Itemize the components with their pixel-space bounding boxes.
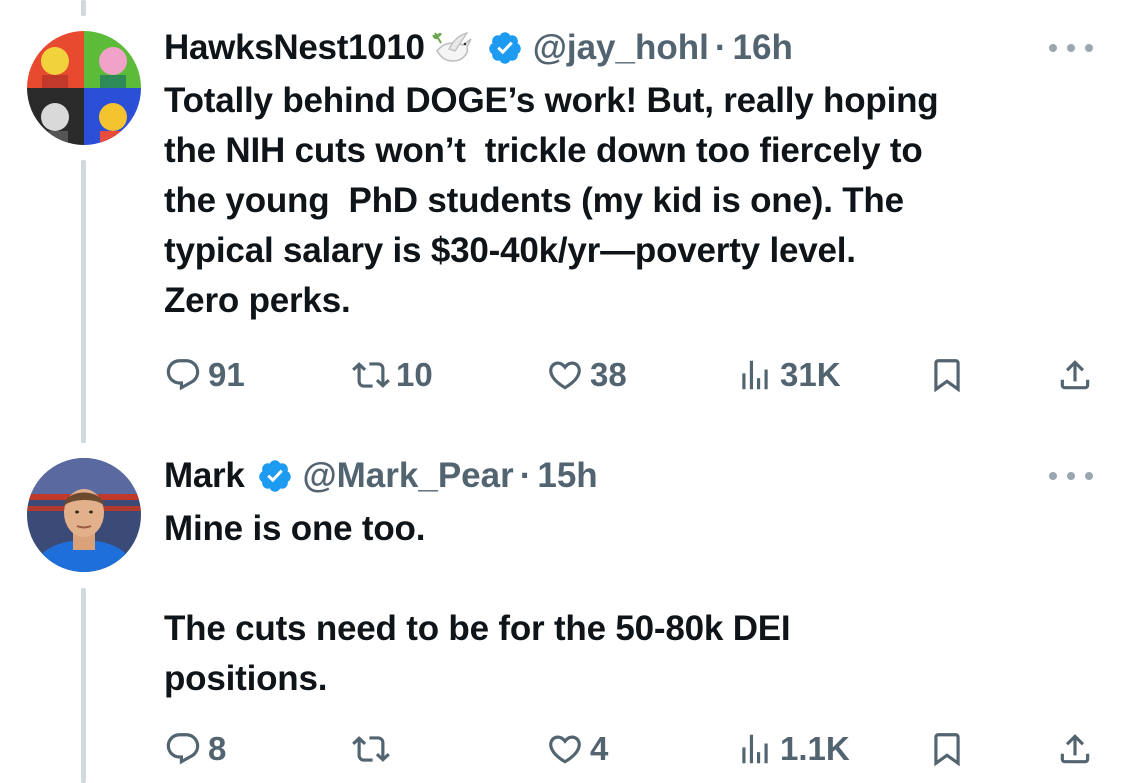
tweet-header: HawksNest1010 @jay_hohl · 16h [164,24,793,72]
like-button[interactable]: 4 [546,724,608,774]
views-button[interactable]: 1.1K [736,724,850,774]
repost-button[interactable]: 10 [352,350,433,400]
views-button[interactable]: 31K [736,350,841,400]
timestamp[interactable]: 15h [537,456,597,496]
user-handle[interactable]: @Mark_Pear [303,456,514,496]
like-icon [549,735,581,764]
like-count: 4 [590,730,609,767]
reply-count: 8 [208,730,227,767]
tweet-1[interactable]: HawksNest1010 @jay_hohl · 16h Totally be… [0,0,1125,440]
tweet-2[interactable]: Mark @Mark_Pear · 15h Mine is one too. T… [0,440,1125,783]
bookmark-button[interactable] [928,350,966,400]
more-options-icon[interactable] [1049,38,1093,58]
share-icon [1060,360,1090,390]
avatar[interactable] [27,458,141,572]
views-count: 31K [780,356,841,393]
repost-count: 10 [396,356,433,393]
timestamp[interactable]: 16h [733,28,793,68]
repost-icon [352,362,390,388]
share-button[interactable] [1056,350,1094,400]
bookmark-button[interactable] [928,724,966,774]
share-icon [1060,734,1090,764]
like-icon [549,361,581,390]
separator-dot: · [519,456,532,495]
more-options-icon[interactable] [1049,466,1093,486]
display-name[interactable]: Mark [164,456,245,496]
action-bar: 91 10 38 31K [164,350,1094,400]
action-bar: 8 4 1.1K [164,724,1094,774]
bookmark-icon [934,359,960,393]
reply-icon [166,733,200,765]
user-handle[interactable]: @jay_hohl [533,28,709,68]
share-button[interactable] [1056,724,1094,774]
views-count: 1.1K [780,730,850,767]
avatar[interactable] [27,31,141,145]
like-button[interactable]: 38 [546,350,627,400]
tweet-text: Mine is one too. The cuts need to be for… [164,509,791,698]
bookmark-icon [934,733,960,767]
reply-button[interactable]: 8 [164,724,226,774]
tweet-text: Totally behind DOGE’s work! But, really … [164,81,939,320]
views-icon [742,734,768,764]
repost-button[interactable] [352,724,396,774]
reply-button[interactable]: 91 [164,350,245,400]
separator-dot: · [714,28,727,67]
tweet-header: Mark @Mark_Pear · 15h [164,452,598,500]
dove-emoji-icon [429,25,475,71]
verified-badge-icon [487,30,523,66]
repost-icon [352,736,390,762]
verified-badge-icon [257,458,293,494]
reply-count: 91 [208,356,245,393]
like-count: 38 [590,356,627,393]
views-icon [742,360,768,390]
display-name[interactable]: HawksNest1010 [164,28,425,68]
reply-icon [166,359,200,391]
